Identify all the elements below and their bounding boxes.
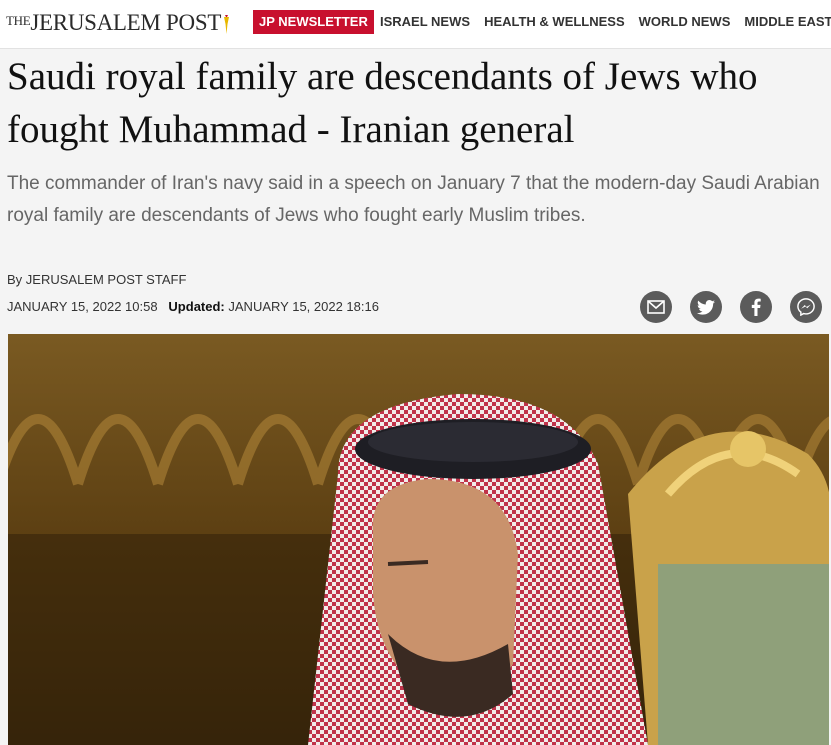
facebook-icon[interactable] xyxy=(740,291,772,323)
article-photo xyxy=(8,334,829,745)
twitter-icon[interactable] xyxy=(690,291,722,323)
section-nav: ISRAEL NEWS HEALTH & WELLNESS WORLD NEWS… xyxy=(380,10,831,34)
article-summary: The commander of Iran's navy said in a s… xyxy=(7,173,820,226)
site-logo[interactable]: THEJERUSALEM POST xyxy=(6,10,231,38)
nav-middle-east[interactable]: MIDDLE EAST xyxy=(744,10,831,34)
article-dates: JANUARY 15, 2022 10:58 Updated: JANUARY … xyxy=(7,299,379,314)
published-date: JANUARY 15, 2022 10:58 xyxy=(7,299,158,314)
article-byline: By JERUSALEM POST STAFF xyxy=(7,272,187,287)
nav-health-wellness[interactable]: HEALTH & WELLNESS xyxy=(484,10,625,34)
nav-israel-news[interactable]: ISRAEL NEWS xyxy=(380,10,470,34)
updated-date: JANUARY 15, 2022 18:16 xyxy=(228,299,379,314)
share-buttons xyxy=(640,291,822,323)
mail-icon[interactable] xyxy=(640,291,672,323)
article-photo-illustration xyxy=(8,334,829,745)
newsletter-button[interactable]: JP NEWSLETTER xyxy=(253,10,374,34)
article-headline: Saudi royal family are descendants of Je… xyxy=(7,55,758,151)
nav-world-news[interactable]: WORLD NEWS xyxy=(639,10,731,34)
torch-icon xyxy=(224,14,230,34)
messenger-icon[interactable] xyxy=(790,291,822,323)
top-navigation-bar: THEJERUSALEM POST JP NEWSLETTER ISRAEL N… xyxy=(0,0,831,49)
updated-label: Updated: xyxy=(168,299,225,314)
